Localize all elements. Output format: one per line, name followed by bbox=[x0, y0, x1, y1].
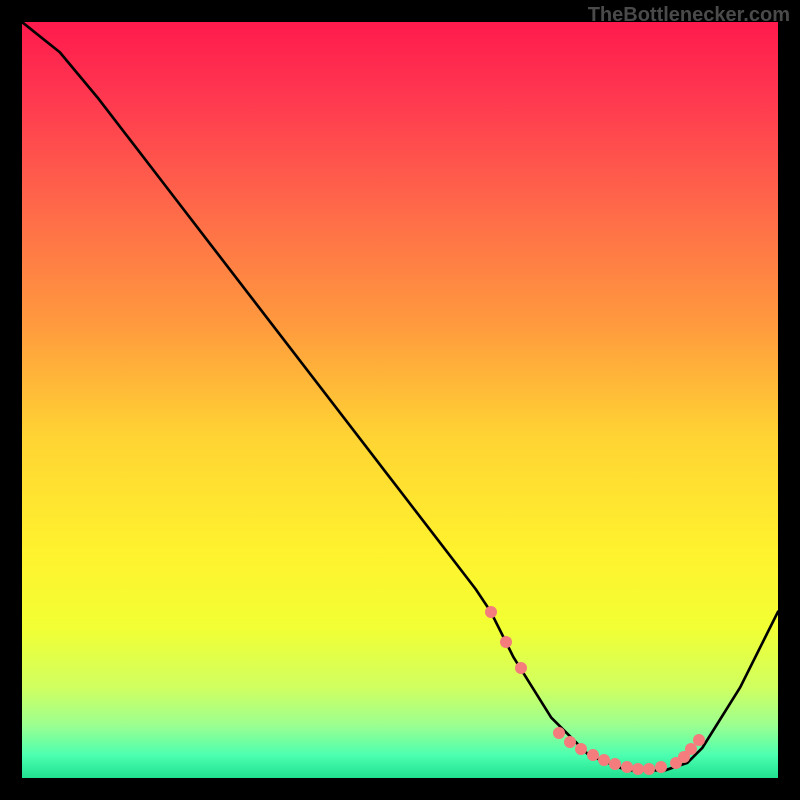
chart-curve bbox=[22, 22, 778, 778]
marker-dot bbox=[515, 662, 527, 674]
marker-dot bbox=[500, 636, 512, 648]
marker-dot bbox=[643, 763, 655, 775]
marker-dot bbox=[632, 763, 644, 775]
marker-dot bbox=[655, 761, 667, 773]
marker-dot bbox=[609, 758, 621, 770]
marker-dot bbox=[598, 754, 610, 766]
attribution-text: TheBottlenecker.com bbox=[588, 4, 790, 27]
marker-dot bbox=[587, 749, 599, 761]
marker-dot bbox=[485, 606, 497, 618]
plot-area bbox=[22, 22, 778, 778]
marker-dot bbox=[621, 761, 633, 773]
marker-dot bbox=[553, 727, 565, 739]
marker-dot bbox=[693, 734, 705, 746]
marker-dot bbox=[564, 736, 576, 748]
marker-dot bbox=[575, 743, 587, 755]
